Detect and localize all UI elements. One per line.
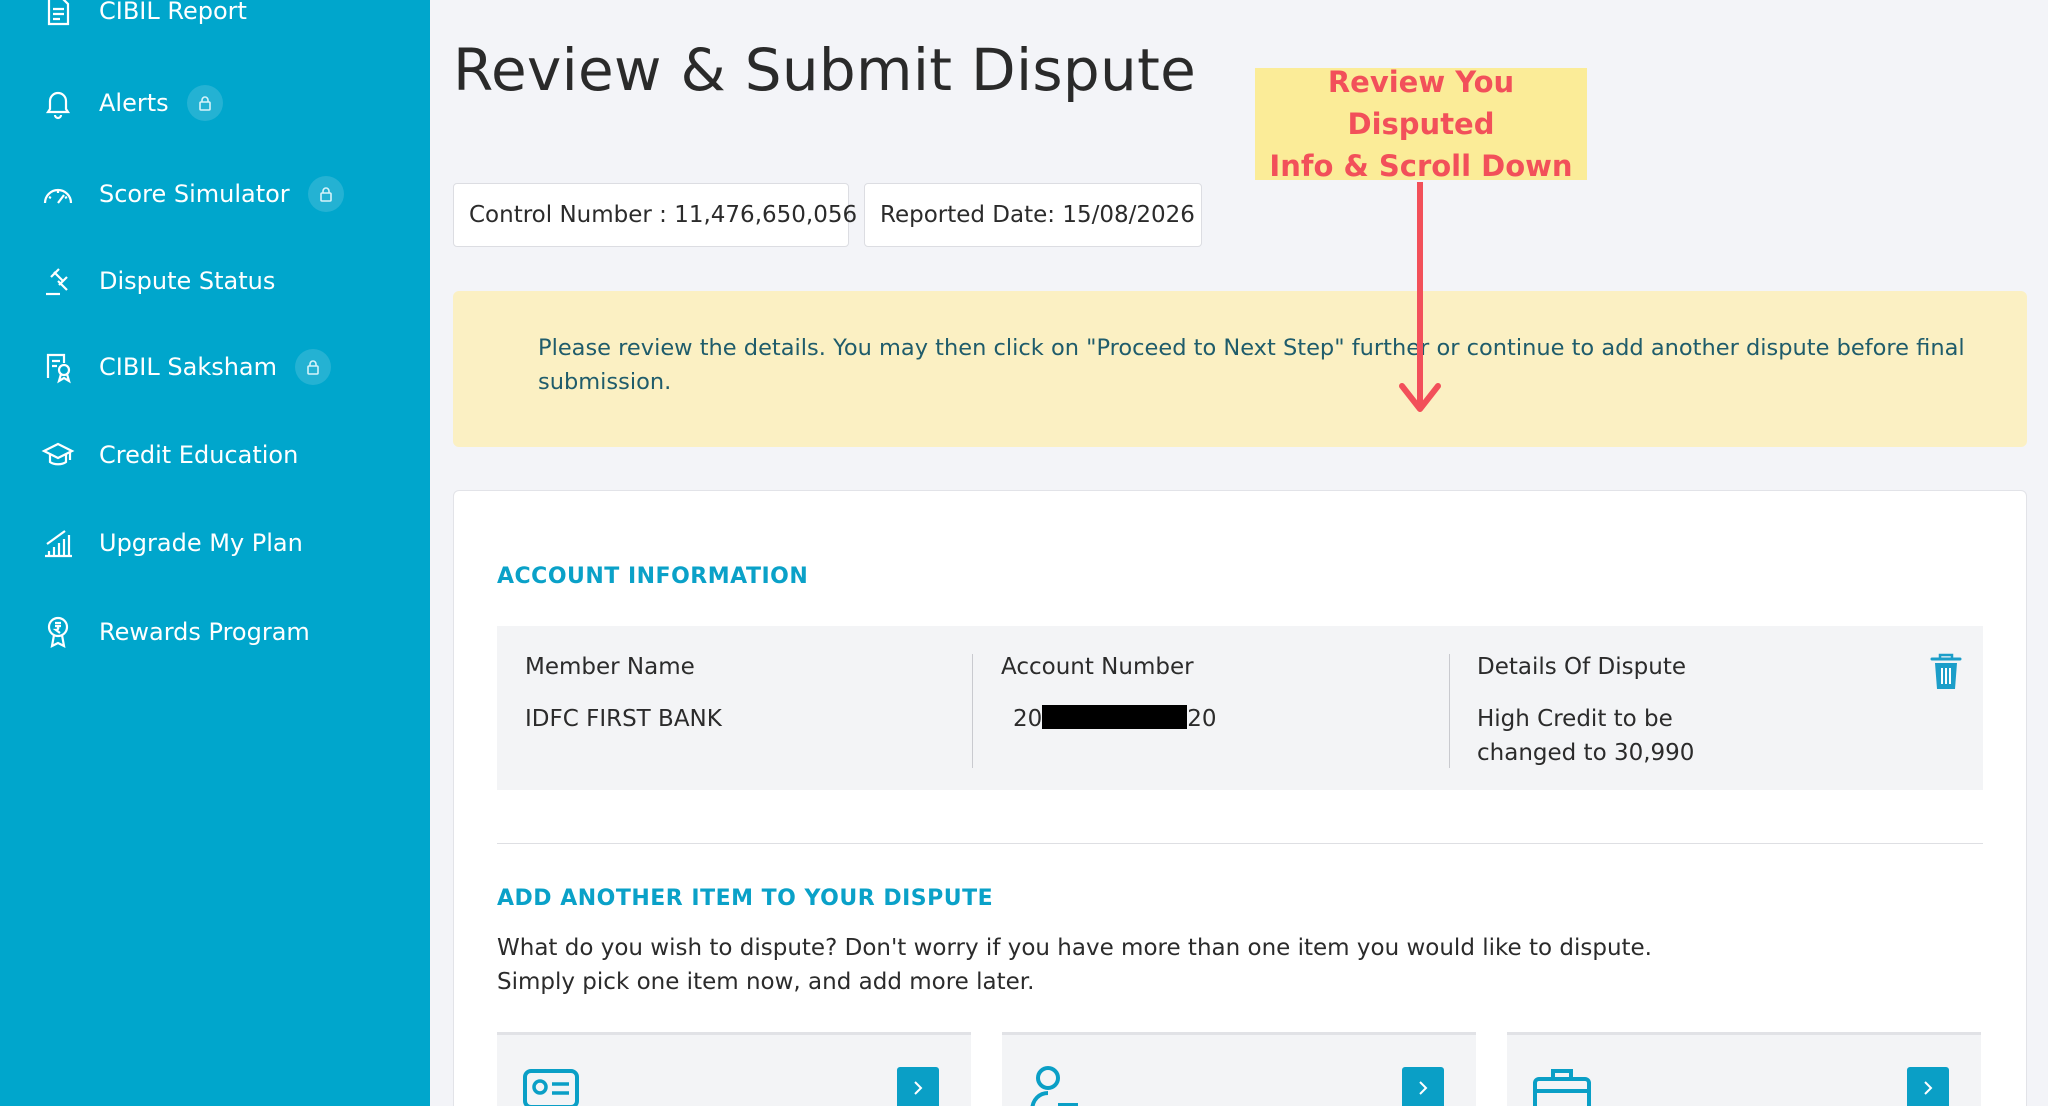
reported-date: Reported Date: 15/08/2026 [880, 202, 1195, 228]
review-notice: Please review the details. You may then … [453, 291, 2027, 447]
sidebar-item-label: Upgrade My Plan [99, 529, 303, 557]
sidebar-item-label: Credit Education [99, 441, 299, 469]
add-item-line-2: Simply pick one item now, and add more l… [497, 969, 1035, 995]
sidebar: CIBIL Report Alerts Score Simulator Disp… [0, 0, 430, 1106]
sidebar-item-upgrade-my-plan[interactable]: Upgrade My Plan [40, 518, 303, 568]
trash-icon[interactable] [1929, 652, 1963, 692]
dispute-option-employment[interactable] [1507, 1032, 1981, 1106]
dispute-details-value: High Credit to be changed to 30,990 [1477, 706, 1695, 766]
id-card-icon [523, 1069, 579, 1106]
sidebar-item-label: Alerts [99, 89, 169, 117]
sidebar-item-label: Score Simulator [99, 180, 290, 208]
sidebar-item-label: Dispute Status [99, 267, 276, 295]
column-divider [1449, 654, 1450, 768]
annotation-arrow-icon [1399, 182, 1441, 412]
sidebar-item-label: Rewards Program [99, 618, 310, 646]
add-item-line-1: What do you wish to dispute? Don't worry… [497, 935, 1652, 961]
person-icon [1030, 1066, 1078, 1106]
annotation-callout: Review You Disputed Info & Scroll Down [1255, 65, 1587, 183]
chevron-right-icon[interactable] [1402, 1067, 1444, 1106]
reported-date-chip: Reported Date: 15/08/2026 [864, 183, 1202, 247]
growth-chart-icon [40, 525, 76, 561]
sidebar-item-cibil-report[interactable]: CIBIL Report [40, 0, 247, 36]
page-title: Review & Submit Dispute [453, 36, 1197, 104]
sidebar-item-cibil-saksham[interactable]: CIBIL Saksham [40, 342, 332, 392]
lock-icon [186, 85, 223, 121]
sidebar-item-rewards-program[interactable]: Rewards Program [40, 607, 310, 657]
column-divider [972, 654, 973, 768]
account-number-prefix: 20 [1013, 706, 1043, 732]
speedometer-icon [40, 176, 76, 212]
sidebar-item-credit-education[interactable]: Credit Education [40, 430, 298, 480]
member-name-column: Member Name IDFC FIRST BANK [525, 626, 955, 790]
dispute-details-label: Details Of Dispute [1477, 654, 1686, 680]
graduation-cap-icon [40, 437, 76, 473]
add-item-heading: ADD ANOTHER ITEM TO YOUR DISPUTE [497, 886, 994, 911]
sidebar-item-dispute-status[interactable]: Dispute Status [40, 256, 275, 306]
account-number-suffix: 20 [1187, 706, 1217, 732]
chevron-right-icon[interactable] [897, 1067, 939, 1106]
account-information-heading: ACCOUNT INFORMATION [497, 564, 809, 589]
member-name-value: IDFC FIRST BANK [525, 706, 722, 732]
dispute-option-personal[interactable] [1002, 1032, 1476, 1106]
section-divider [497, 843, 1983, 844]
account-number-label: Account Number [1001, 654, 1194, 680]
certificate-icon [40, 349, 76, 385]
account-number-value: 20 20 [1013, 702, 1217, 736]
dispute-option-id-card[interactable] [497, 1032, 971, 1106]
redaction-bar [1042, 705, 1188, 729]
chevron-right-icon[interactable] [1907, 1067, 1949, 1106]
gavel-icon [40, 263, 76, 299]
rupee-medal-icon [40, 614, 76, 650]
lock-icon [307, 176, 344, 212]
control-number-chip: Control Number : 11,476,650,056 [453, 183, 857, 247]
member-name-label: Member Name [525, 654, 695, 680]
sidebar-item-alerts[interactable]: Alerts [40, 78, 223, 128]
control-number: Control Number : 11,476,650,056 [469, 202, 858, 228]
briefcase-icon [1533, 1069, 1591, 1106]
sidebar-item-label: CIBIL Saksham [99, 353, 278, 381]
document-icon [40, 0, 76, 29]
lock-icon [295, 349, 332, 385]
dispute-details-column: Details Of Dispute High Credit to be cha… [1477, 626, 1777, 790]
sidebar-item-label: CIBIL Report [99, 0, 247, 25]
add-item-description: What do you wish to dispute? Don't worry… [497, 931, 1897, 999]
sidebar-item-score-simulator[interactable]: Score Simulator [40, 169, 344, 219]
notice-text: Please review the details. You may then … [538, 335, 1965, 395]
account-information-panel: Member Name IDFC FIRST BANK Account Numb… [497, 626, 1983, 790]
account-number-column: Account Number 20 20 [1001, 626, 1431, 790]
dispute-review-card: ACCOUNT INFORMATION Member Name IDFC FIR… [453, 490, 2027, 1106]
annotation-line-1: Review You Disputed [1327, 65, 1515, 141]
bell-icon [40, 85, 76, 121]
